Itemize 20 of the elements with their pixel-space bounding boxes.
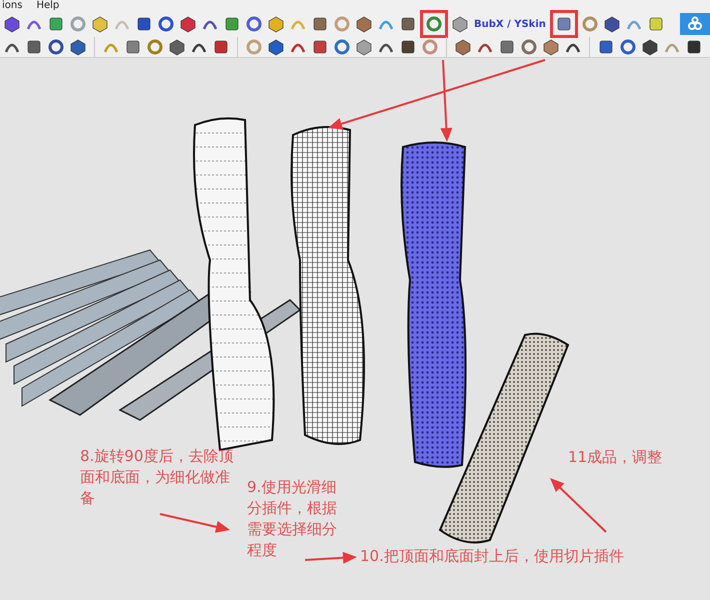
tool-icon[interactable] [156, 14, 176, 34]
arrow [550, 478, 607, 533]
tool-icon[interactable] [46, 36, 66, 56]
tool-icon[interactable] [178, 14, 198, 34]
annotation-text: 10.把顶面和底面封上后，使用切片插件 [360, 547, 624, 565]
menu-item[interactable]: ions [2, 0, 22, 12]
annotation-text: 8.旋转90度后，去除顶面和底面，为细化做准备 [80, 447, 234, 507]
arrow [304, 552, 357, 564]
tool-icon[interactable] [266, 14, 286, 34]
tool-icon[interactable] [618, 36, 638, 56]
menu-item[interactable]: Help [36, 0, 60, 12]
tool-icon[interactable] [2, 14, 22, 34]
tool-icon[interactable] [450, 14, 470, 34]
annotation-text: 9.使用光滑细分插件，根据需要选择细分程度 [247, 478, 337, 559]
tool-icon[interactable] [602, 14, 622, 34]
tool-icon[interactable] [90, 14, 110, 34]
annotation-text: 11成品，调整 [568, 448, 662, 466]
tool-icon[interactable] [354, 14, 374, 34]
toolbar-label: BubX / YSkin [473, 18, 547, 32]
arrow [160, 513, 230, 533]
